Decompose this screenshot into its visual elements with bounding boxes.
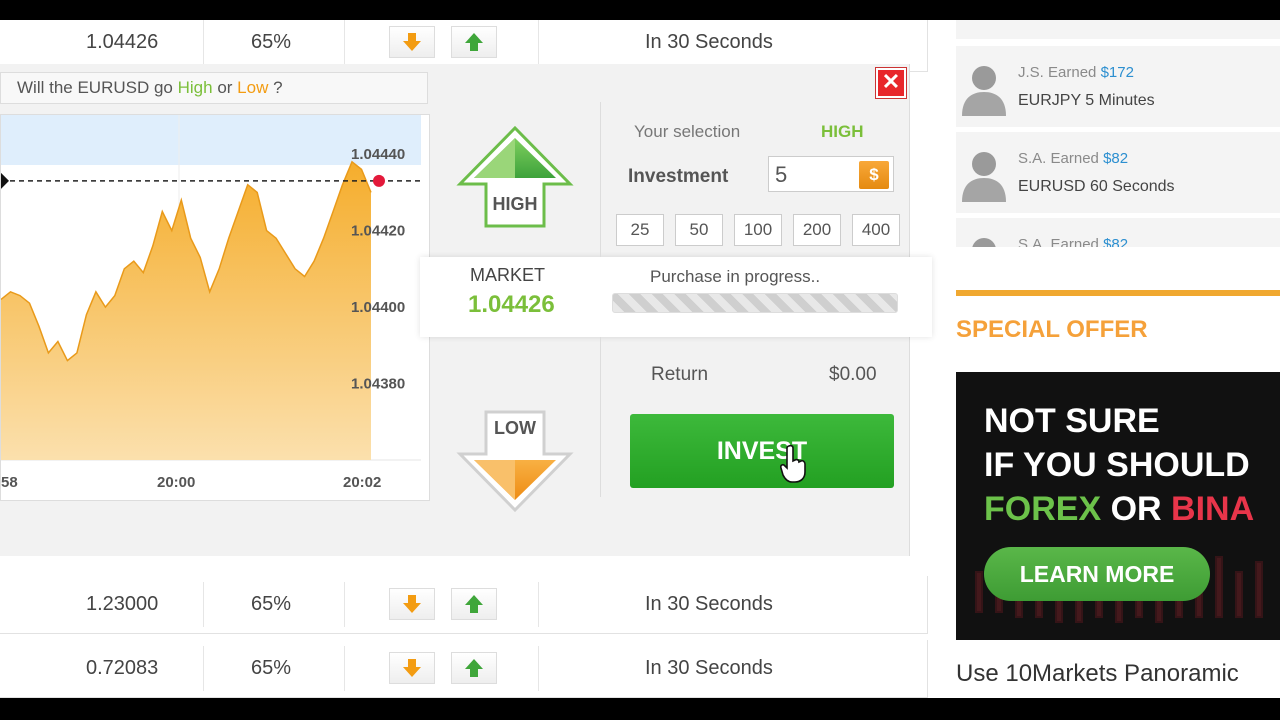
arrow-down-icon [403,33,421,51]
column-divider [344,582,345,627]
winners-feed-item: S.A. Earned $82 EURUSD 60 Seconds [956,132,1280,214]
low-label: LOW [494,418,536,438]
current-price-dot [373,174,385,187]
asset-rate: 1.23000 [86,593,159,615]
market-label: MARKET [470,265,546,285]
call-button[interactable] [451,26,497,58]
arrow-down-icon [403,659,421,677]
y-tick-label: 1.04440 [351,146,405,163]
trade-panel: Will the EURUSD go High or Low ? ✕ 1.044… [0,64,932,556]
purchase-progress-bar [612,293,898,313]
low-button[interactable]: LOW [456,410,574,514]
column-divider [538,582,539,627]
feed-what: EURUSD 60 Seconds [1018,178,1175,195]
close-button[interactable]: ✕ [876,68,906,98]
column-divider [203,20,204,65]
arrow-down-icon [403,595,421,613]
feed-what: EURJPY 5 Minutes [1018,92,1155,109]
column-divider [538,20,539,65]
asset-row: 0.72083 65% In 30 Seconds [0,640,928,698]
panel-divider [600,337,601,497]
winners-feed-item: S.A. Earned $82 [956,218,1280,248]
price-chart: 1.04440 1.04420 1.04400 1.04380 58 20:00 20:0… [0,114,430,501]
winners-feed-item: J.S. Earned $172 EURJPY 5 Minutes [956,46,1280,128]
question-high: High [177,78,213,97]
arrow-up-icon [465,659,483,677]
asset-expiry: In 30 Seconds [645,657,773,679]
put-button[interactable] [389,26,435,58]
return-label: Return [651,364,709,385]
investment-label: Investment [628,166,729,187]
question-or: or [217,78,233,97]
asset-payout: 65% [251,593,292,615]
section-divider [956,290,1280,296]
purchase-status: Purchase in progress.. [650,267,821,286]
column-divider [203,582,204,627]
amount-button-100[interactable]: 100 [734,214,782,246]
currency-icon: $ [859,161,889,189]
put-button[interactable] [389,652,435,684]
y-tick-label: 1.04380 [351,376,405,393]
panel-divider [600,102,601,257]
feed-who: S.A. Earned $82 [1018,236,1129,248]
column-divider [538,646,539,691]
call-button[interactable] [451,652,497,684]
asset-row: 1.23000 65% In 30 Seconds [0,576,928,634]
asset-payout: 65% [251,657,292,679]
x-tick-label: 20:02 [343,474,381,491]
promo-banner[interactable]: NOT SURE IF YOU SHOULD FOREX OR BINA LEA… [956,372,1280,640]
return-value: $0.00 [829,364,877,385]
high-button[interactable]: HIGH [456,124,574,230]
selection-value: HIGH [821,122,864,141]
amount-button-200[interactable]: 200 [793,214,841,246]
question-text: Will the EURUSD go [17,78,173,97]
question-mark: ? [273,78,283,97]
call-button[interactable] [451,588,497,620]
x-tick-label: 20:00 [157,474,195,491]
invest-button[interactable]: INVEST [630,414,894,488]
user-avatar-icon [962,66,1006,116]
feed-who: J.S. Earned $172 [1018,64,1134,81]
market-status-box: MARKET 1.04426 Purchase in progress.. [420,257,932,337]
feed-who: S.A. Earned $82 [1018,150,1129,167]
right-sidebar: J.S. Earned $172 EURJPY 5 Minutes S.A. E… [940,20,1280,698]
amount-button-400[interactable]: 400 [852,214,900,246]
banner-line-1: NOT SURE [984,402,1160,440]
hand-cursor-icon [780,444,806,483]
market-value: 1.04426 [468,291,555,318]
trade-question: Will the EURUSD go High or Low ? [0,72,428,104]
column-divider [344,646,345,691]
trading-screen: 1.04426 65% In 30 Seconds Will the EURUS… [0,20,1280,698]
amount-button-25[interactable]: 25 [616,214,664,246]
y-tick-label: 1.04420 [351,223,405,240]
high-label: HIGH [492,194,538,214]
promo-text: Use 10Markets Panoramic [956,660,1239,687]
x-tick-label: 58 [1,474,18,491]
banner-line-2: IF YOU SHOULD [984,446,1250,484]
banner-line-3: FOREX OR BINA [984,490,1255,528]
investment-input[interactable]: 5 $ [768,156,894,192]
put-button[interactable] [389,588,435,620]
arrow-up-icon [465,595,483,613]
y-tick-label: 1.04400 [351,299,405,316]
column-divider [203,646,204,691]
learn-more-button[interactable]: LEARN MORE [984,547,1210,601]
special-offer-heading: SPECIAL OFFER [956,316,1148,343]
asset-expiry: In 30 Seconds [645,593,773,615]
price-chart-svg: 1.04440 1.04420 1.04400 1.04380 58 20:00 20:0… [0,115,429,500]
feed-item-partial [956,20,1280,40]
investment-value: 5 [775,162,788,187]
user-avatar-icon [962,152,1006,202]
question-low: Low [237,78,269,97]
selection-label: Your selection [634,122,741,141]
column-divider [344,20,345,65]
arrow-up-icon [465,33,483,51]
user-avatar-icon [972,238,996,247]
asset-rate: 0.72083 [86,657,159,679]
amount-button-50[interactable]: 50 [675,214,723,246]
